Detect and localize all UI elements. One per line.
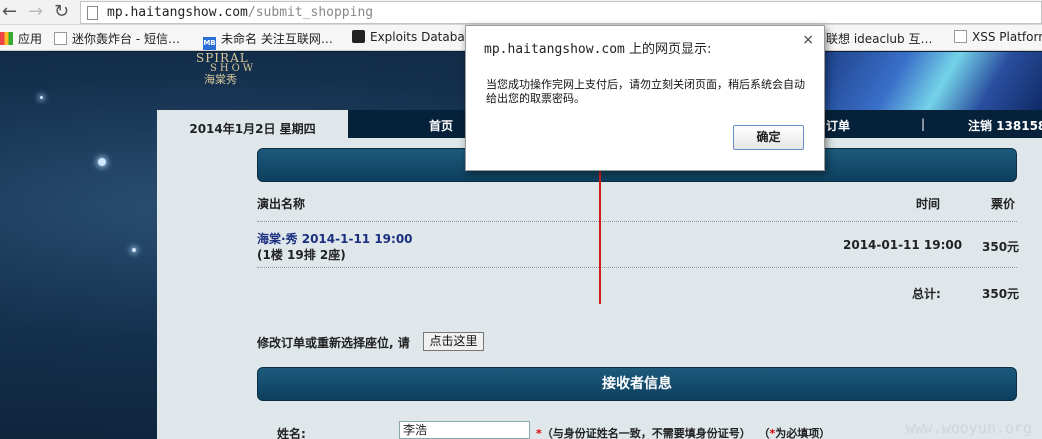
bookmark-unnamed[interactable]: MB 未命名 关注互联网… <box>203 30 333 50</box>
bookmark-exploits[interactable]: Exploits Databas <box>352 30 471 44</box>
show-name[interactable]: 海棠·秀 2014-1-11 19:00 <box>257 230 413 247</box>
bookmark-xss[interactable]: XSS Platform <box>954 30 1042 44</box>
banner-art <box>820 52 1042 110</box>
ticket-price: 350元 <box>982 240 1020 254</box>
ok-button[interactable]: 确定 <box>733 125 804 150</box>
nav-divider: | <box>921 117 926 131</box>
bookmark-sms[interactable]: 迷你轰炸台 - 短信… <box>54 30 180 47</box>
url-host: mp.haitangshow.com <box>107 5 248 20</box>
receiver-section-bar: 接收者信息 <box>257 367 1017 401</box>
modify-order-text: 修改订单或重新选择座位, 请 <box>257 336 410 350</box>
name-note: *（与身份证姓名一致，不需要填身份证号） （*为必填项） <box>536 425 830 439</box>
dialog-title: mp.haitangshow.com 上的网页显示: <box>484 38 711 57</box>
name-field[interactable]: 李浩 <box>399 421 530 439</box>
divider <box>257 267 1017 268</box>
mb-icon: MB <box>203 37 216 50</box>
logo-line: 海棠秀 <box>204 73 237 86</box>
dialog-title-suffix: 上的网页显示: <box>624 42 712 57</box>
required-note-suffix: 为必填项） <box>775 427 831 439</box>
apps-grid-icon <box>0 32 13 45</box>
total-label: 总计: <box>912 287 941 301</box>
back-arrow-icon[interactable]: ← <box>2 2 17 22</box>
page-icon <box>54 32 67 45</box>
star-decoration <box>132 248 136 252</box>
bookmark-label: 迷你轰炸台 - 短信… <box>72 32 180 46</box>
nav-home[interactable]: 首页 <box>429 117 453 134</box>
required-note-prefix: （ <box>758 427 770 439</box>
bookmark-label: 未命名 关注互联网… <box>221 32 333 46</box>
col-time-header: 时间 <box>916 197 941 211</box>
exploit-db-icon <box>352 30 365 43</box>
name-note-text: （与身份证姓名一致，不需要填身份证号） <box>541 427 751 439</box>
total-value: 350元 <box>982 287 1020 301</box>
bookmark-label: 联想 ideaclub 互… <box>826 32 933 46</box>
col-price-header: 票价 <box>991 197 1016 211</box>
col-show-header: 演出名称 <box>257 197 306 211</box>
bookmark-label: XSS Platform <box>972 30 1042 44</box>
modify-order-button[interactable]: 点击这里 <box>423 332 484 351</box>
star-decoration <box>98 158 106 166</box>
dialog-host: mp.haitangshow.com <box>484 42 625 57</box>
alert-dialog: mp.haitangshow.com 上的网页显示: × 当您成功操作完网上支付… <box>465 25 825 171</box>
url-text: mp.haitangshow.com/submit_shopping <box>107 5 373 20</box>
show-time: 2014-01-11 19:00 <box>843 238 963 252</box>
site-logo[interactable]: SPIRAL SHOW 海棠秀 <box>196 52 256 85</box>
date-tab: 2014年1月2日 星期四 <box>157 110 348 138</box>
nav-logout[interactable]: 注销 1381582 <box>968 117 1042 134</box>
forward-arrow-icon[interactable]: → <box>28 2 43 22</box>
address-bar: ← → ↻ mp.haitangshow.com/submit_shopping <box>0 0 1042 25</box>
bookmark-ideaclub[interactable]: 联想 ideaclub 互… <box>826 30 932 47</box>
close-icon[interactable]: × <box>802 32 814 48</box>
bookmark-label: 应用 <box>18 32 43 46</box>
reload-icon[interactable]: ↻ <box>54 2 69 22</box>
name-label: 姓名: <box>277 427 306 439</box>
watermark: www.wooyun.org <box>905 419 1032 437</box>
nav-orders[interactable]: 订单 <box>826 117 850 134</box>
bookmark-apps[interactable]: 应用 <box>0 30 42 47</box>
url-path: /submit_shopping <box>247 5 374 20</box>
star-decoration <box>40 96 43 99</box>
url-field[interactable]: mp.haitangshow.com/submit_shopping <box>80 1 1042 24</box>
dialog-message: 当您成功操作完网上支付后，请勿立刻关闭页面，稍后系统会自动给出您的取票密码。 <box>486 78 805 105</box>
page-icon <box>87 6 98 20</box>
divider <box>257 221 1017 222</box>
page-icon <box>954 30 967 43</box>
seat-info: (1楼 19排 2座) <box>257 248 346 262</box>
bookmark-label: Exploits Databas <box>370 30 471 44</box>
